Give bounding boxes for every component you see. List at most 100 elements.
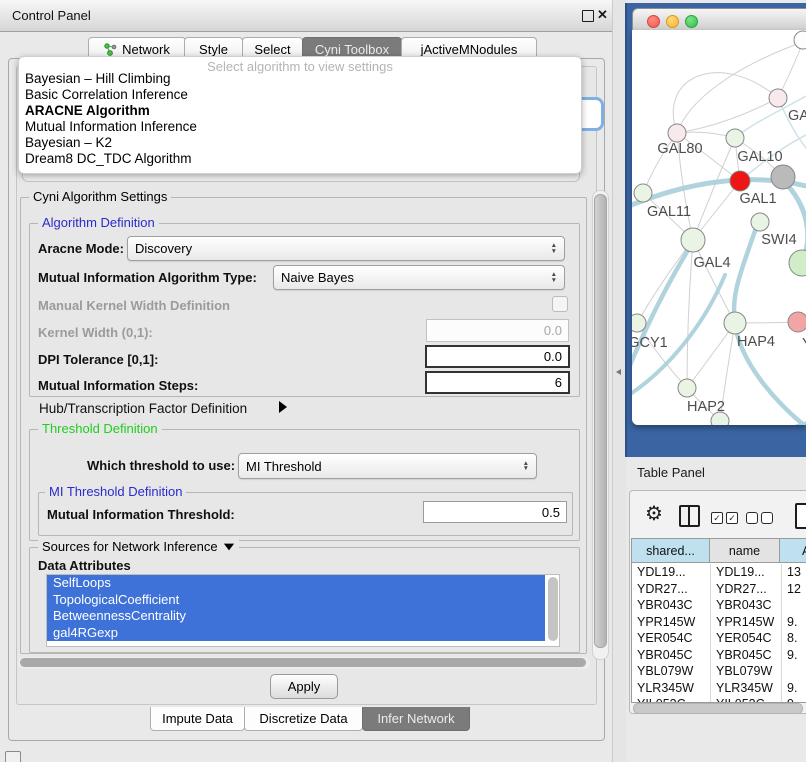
tab-discretize-data[interactable]: Discretize Data	[244, 707, 363, 731]
document-icon[interactable]	[795, 503, 806, 529]
aracne-mode-combo[interactable]: Discovery ▲▼	[127, 236, 565, 261]
apply-button[interactable]: Apply	[270, 674, 338, 699]
list-item[interactable]: BetweennessCentrality	[47, 608, 545, 625]
popup-item-selected[interactable]: ARACNE Algorithm	[21, 103, 565, 119]
manual-kernel-checkbox[interactable]	[552, 296, 568, 312]
kernel-width-field[interactable]: 0.0	[426, 319, 569, 342]
close-icon[interactable]: ✕	[597, 7, 608, 23]
cell[interactable]: YDL19...	[632, 564, 711, 581]
cell[interactable]: YBR045C	[711, 647, 782, 664]
cell[interactable]	[782, 663, 806, 680]
cell[interactable]: 9.	[782, 614, 806, 631]
window-minimize-traffic-light[interactable]	[666, 15, 679, 28]
cell[interactable]: YER054C	[711, 630, 782, 647]
mi-algorithm-type-combo[interactable]: Naive Bayes ▲▼	[273, 265, 565, 290]
cell[interactable]: YBL079W	[632, 663, 711, 680]
table-row[interactable]: YDL19... YDL19... 13	[632, 564, 806, 581]
cell[interactable]: YBR045C	[632, 647, 711, 664]
table-row[interactable]: YBR043C YBR043C	[632, 597, 806, 614]
cell[interactable]: YBR043C	[632, 597, 711, 614]
unchecked-box-icon[interactable]	[761, 512, 773, 524]
column-header-shared-name[interactable]: shared...	[632, 539, 710, 563]
cell[interactable]: YDR27...	[632, 581, 711, 598]
checked-box-icon[interactable]: ✓	[726, 512, 738, 524]
panel-divider[interactable]	[612, 0, 626, 762]
tab-impute-data[interactable]: Impute Data	[150, 707, 245, 731]
cell[interactable]: YBL079W	[711, 663, 782, 680]
popup-item[interactable]: Dream8 DC_TDC Algorithm	[21, 151, 565, 167]
which-threshold-combo[interactable]: MI Threshold ▲▼	[238, 453, 537, 479]
popup-item[interactable]: Bayesian – Hill Climbing	[21, 71, 565, 87]
table-row[interactable]: YBL079W YBL079W	[632, 663, 806, 680]
node-gal4[interactable]	[681, 228, 705, 252]
node-swi4[interactable]	[751, 213, 769, 231]
cell[interactable]: 12	[782, 581, 806, 598]
column-layout-icon[interactable]	[679, 505, 700, 527]
table-row[interactable]: YBR045C YBR045C 9.	[632, 647, 806, 664]
cell[interactable]: YER054C	[632, 630, 711, 647]
cell[interactable]: YIL052C	[632, 696, 711, 703]
node-gal80[interactable]	[668, 124, 686, 142]
cell[interactable]: YIL052C	[711, 696, 782, 703]
panel-corner-icon[interactable]	[5, 751, 21, 762]
node-hap4[interactable]	[724, 312, 746, 334]
cell[interactable]: 9.	[782, 680, 806, 697]
window-close-traffic-light[interactable]	[647, 15, 660, 28]
cell[interactable]: YDL19...	[711, 564, 782, 581]
node-gal10[interactable]	[726, 129, 744, 147]
table-horizontal-scrollbar-thumb[interactable]	[633, 703, 803, 714]
mi-threshold-field[interactable]: 0.5	[423, 501, 567, 523]
tab-infer-network[interactable]: Infer Network	[362, 707, 470, 731]
table-row[interactable]: YDR27... YDR27... 12	[632, 581, 806, 598]
cell[interactable]: YLR345W	[632, 680, 711, 697]
unchecked-box-icon[interactable]	[746, 512, 758, 524]
table-row[interactable]: YIL052C YIL052C 9	[632, 696, 806, 703]
popup-item[interactable]: Mutual Information Inference	[21, 119, 565, 135]
dpi-tolerance-field[interactable]: 0.0	[425, 345, 570, 368]
node-salmon[interactable]	[788, 312, 806, 332]
node-gal11[interactable]	[634, 184, 652, 202]
window-zoom-traffic-light[interactable]	[685, 15, 698, 28]
node-unlabeled[interactable]	[794, 31, 806, 49]
cell[interactable]: 8.	[782, 630, 806, 647]
popup-item[interactable]: Basic Correlation Inference	[21, 87, 565, 103]
cell[interactable]: YBR043C	[711, 597, 782, 614]
list-item[interactable]: gal4RGexp	[47, 625, 545, 642]
sources-expand-arrow-icon[interactable]	[223, 543, 233, 550]
column-header-name[interactable]: name	[710, 539, 780, 563]
table-row[interactable]: YLR345W YLR345W 9.	[632, 680, 806, 697]
popup-item[interactable]: Bayesian – K2	[21, 135, 565, 151]
settings-vertical-scrollbar[interactable]	[592, 190, 609, 660]
node-green-large[interactable]	[789, 250, 806, 276]
table-row[interactable]: YPR145W YPR145W 9.	[632, 614, 806, 631]
network-window-titlebar[interactable]	[632, 8, 806, 32]
list-item[interactable]: TopologicalCoefficient	[47, 592, 545, 609]
cell[interactable]: YPR145W	[711, 614, 782, 631]
cell[interactable]: YPR145W	[632, 614, 711, 631]
cell[interactable]: 13	[782, 564, 806, 581]
cell[interactable]: YLR345W	[711, 680, 782, 697]
cell[interactable]	[782, 597, 806, 614]
gear-icon[interactable]: ⚙	[645, 504, 663, 524]
hub-collapse-arrow-icon[interactable]	[279, 401, 287, 413]
list-scrollbar-thumb[interactable]	[548, 577, 558, 641]
table-row[interactable]: YER054C YER054C 8.	[632, 630, 806, 647]
node-hap2[interactable]	[678, 379, 696, 397]
float-panel-icon[interactable]	[582, 10, 594, 22]
cell[interactable]: YDR27...	[711, 581, 782, 598]
network-canvas[interactable]: GAL GAL80 GAL10 GAL1 GAL11 SWI4 GAL4 GCY…	[632, 30, 806, 425]
node-gal1-selected[interactable]	[730, 171, 750, 191]
cell[interactable]: 9	[782, 696, 806, 703]
checked-box-icon[interactable]: ✓	[711, 512, 723, 524]
node-gcy1[interactable]	[632, 314, 646, 332]
divider-resize-arrow-icon[interactable]	[616, 369, 621, 375]
settings-horizontal-scrollbar-thumb[interactable]	[20, 658, 586, 667]
settings-vertical-scrollbar-thumb[interactable]	[594, 194, 607, 648]
node-gal2[interactable]	[769, 89, 787, 107]
node-gray[interactable]	[771, 165, 795, 189]
cell[interactable]: 9.	[782, 647, 806, 664]
list-item[interactable]: SelfLoops	[47, 575, 545, 592]
mi-steps-field[interactable]: 6	[425, 371, 570, 394]
column-header-clipped[interactable]: A	[780, 539, 806, 563]
settings-horizontal-scrollbar[interactable]	[18, 657, 590, 669]
